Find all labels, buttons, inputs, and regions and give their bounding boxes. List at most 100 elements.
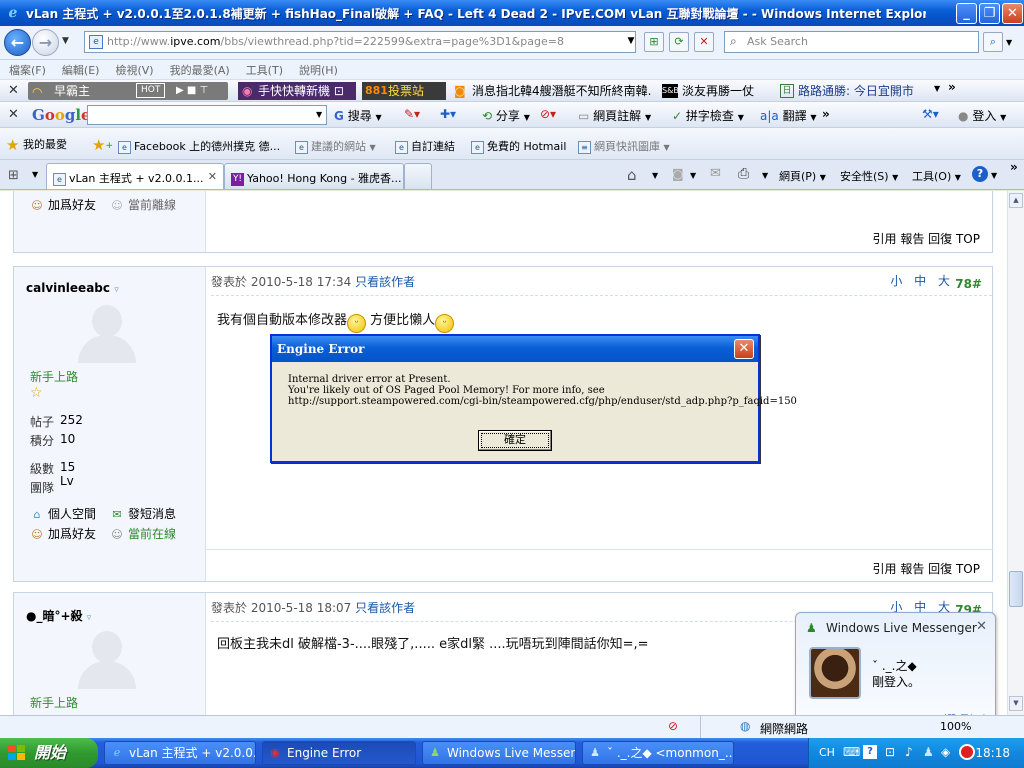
- add-favorite-icon[interactable]: ★+: [92, 136, 113, 154]
- new-tab-button[interactable]: [404, 163, 432, 189]
- task-chat[interactable]: ♟ ˇ ._.之◆ <monmon_...: [582, 741, 734, 765]
- close-window-button[interactable]: ✕: [1002, 3, 1023, 24]
- volume-icon[interactable]: ♪: [905, 745, 913, 759]
- user-menu-icon[interactable]: ▿: [87, 613, 92, 623]
- dialog-close-button[interactable]: ✕: [734, 339, 754, 359]
- favorite-link-facebook[interactable]: e Facebook 上的德州撲克 德...: [118, 138, 280, 154]
- network-icon[interactable]: ⊡: [885, 745, 895, 759]
- task-messenger[interactable]: ♟ Windows Live Messen...: [422, 741, 576, 765]
- minimize-button[interactable]: _: [956, 3, 977, 24]
- google-spellcheck-button[interactable]: ✓ 拼字檢查 ▼: [672, 107, 744, 124]
- google-share-button[interactable]: ⟲ 分享 ▼: [482, 107, 530, 124]
- home-dropdown-icon[interactable]: ▼: [652, 171, 658, 180]
- post-footer-links[interactable]: 引用 報告 回復 TOP: [873, 560, 980, 577]
- send-message-link[interactable]: ✉ 發短消息: [110, 505, 176, 522]
- menu-help[interactable]: 說明(H): [299, 62, 338, 78]
- post-username[interactable]: calvinleeabc ▿: [26, 281, 119, 295]
- add-button-icon[interactable]: ✚▾: [440, 107, 456, 121]
- post-footer-links[interactable]: 引用 報告 回復 TOP: [873, 230, 980, 247]
- menu-favorites[interactable]: 我的最愛(A): [170, 62, 230, 78]
- messenger-tray-icon[interactable]: ♟: [923, 745, 934, 759]
- back-button[interactable]: ←: [4, 29, 31, 56]
- engine-error-dialog[interactable]: Engine Error ✕ Internal driver error at …: [270, 334, 797, 463]
- post-username[interactable]: ●_暗°+殺 ▿: [26, 607, 91, 624]
- address-bar[interactable]: e http://www.ipve.com/bbs/viewthread.php…: [84, 31, 636, 53]
- google-toolbar-close-icon[interactable]: ✕: [8, 107, 19, 122]
- tab-list-dropdown-icon[interactable]: ▼: [32, 170, 38, 179]
- scroll-down-icon[interactable]: ▼: [1009, 696, 1023, 711]
- home-icon[interactable]: ⌂: [627, 166, 637, 184]
- scroll-up-icon[interactable]: ▲: [1009, 193, 1023, 208]
- only-author-link[interactable]: 只看該作者: [355, 275, 415, 289]
- print-icon[interactable]: ⎙: [738, 166, 749, 182]
- page-scrollbar[interactable]: ▲ ▼: [1007, 191, 1024, 715]
- help-icon[interactable]: ?: [972, 166, 988, 182]
- language-indicator[interactable]: CH: [819, 746, 835, 759]
- google-search-dropdown-icon[interactable]: ▼: [316, 110, 322, 119]
- messenger-popup[interactable]: ♟ Windows Live Messenger ✕ ˇ ._.之◆ 剛登入。 …: [795, 612, 996, 730]
- zoom-level[interactable]: 100%: [940, 720, 971, 733]
- task-ie[interactable]: ℯ vLan 主程式 + v2.0.0...: [104, 741, 256, 765]
- google-notes-button[interactable]: ▭ 網頁註解 ▼: [578, 107, 651, 124]
- menu-file[interactable]: 檔案(F): [9, 62, 46, 78]
- safety-menu[interactable]: 安全性(S) ▼: [840, 168, 898, 184]
- start-button[interactable]: 開始: [0, 738, 98, 768]
- toolbar-link-phone[interactable]: ◉ 手快快轉新機 ⊡: [238, 82, 356, 100]
- address-dropdown-icon[interactable]: ▼: [621, 32, 641, 52]
- only-author-link[interactable]: 只看該作者: [355, 601, 415, 615]
- search-input[interactable]: ⌕ Ask Search: [724, 31, 979, 53]
- toolbar-link-vote[interactable]: 881 投票站: [362, 82, 446, 100]
- forward-button[interactable]: →: [32, 29, 59, 56]
- player-controls-icon[interactable]: ▶ ■ ⊤: [176, 82, 208, 100]
- add-friend-link[interactable]: ☺ 加爲好友: [30, 525, 96, 542]
- wrench-icon[interactable]: ⚒▾: [922, 107, 939, 121]
- toolbar-dropdown-icon[interactable]: ▼: [934, 84, 940, 93]
- favorite-link-webslice[interactable]: ≡ 網頁快訊圖庫 ▼: [578, 138, 670, 154]
- menu-edit[interactable]: 編輯(E): [62, 62, 100, 78]
- favorite-link-suggested[interactable]: e 建議的網站 ▼: [295, 138, 376, 154]
- bookmark-icon[interactable]: ✎▾: [404, 107, 420, 121]
- feeds-icon[interactable]: ◙: [672, 167, 684, 181]
- search-options-icon[interactable]: ▼: [1006, 38, 1012, 47]
- commands-overflow-icon[interactable]: »: [1010, 160, 1018, 174]
- user-menu-icon[interactable]: ▿: [114, 285, 119, 295]
- google-translate-button[interactable]: a|a 翻譯 ▼: [760, 107, 817, 124]
- popup-blocker-icon[interactable]: ⊘▾: [540, 107, 556, 121]
- toolbar-news-ticker[interactable]: ◙ 消息指北韓4艘潛艇不知所終南韓...: [452, 82, 652, 100]
- maximize-button[interactable]: ❐: [979, 3, 1000, 24]
- print-dropdown-icon[interactable]: ▼: [762, 171, 768, 180]
- toolbar-close-icon[interactable]: ✕: [8, 83, 19, 98]
- clock[interactable]: 18:18: [975, 746, 1010, 760]
- ime-help-icon[interactable]: ?: [863, 745, 877, 759]
- keyboard-icon[interactable]: ⌨: [843, 745, 860, 759]
- search-button-icon[interactable]: ⌕: [983, 32, 1003, 52]
- toolbar-overflow-icon[interactable]: »: [948, 80, 956, 94]
- menu-view[interactable]: 檢視(V): [115, 62, 153, 78]
- compatibility-icon[interactable]: ⊞: [644, 32, 664, 52]
- security-tray-icon[interactable]: [959, 744, 975, 760]
- favorites-button[interactable]: ★ 我的最愛: [6, 136, 67, 154]
- menu-tools[interactable]: 工具(T): [246, 62, 283, 78]
- mail-icon[interactable]: ✉: [710, 166, 721, 181]
- tab-close-icon[interactable]: ✕: [208, 170, 217, 183]
- tray-app-icon[interactable]: ◈: [941, 745, 950, 759]
- feeds-dropdown-icon[interactable]: ▼: [690, 171, 696, 180]
- dialog-ok-button[interactable]: 確定: [478, 430, 552, 451]
- window-title-bar[interactable]: ℯ vLan 主程式 + v2.0.0.1至2.0.1.8補更新 + fishH…: [0, 0, 1024, 26]
- tab-yahoo[interactable]: Y! Yahoo! Hong Kong - 雅虎香...: [224, 163, 404, 189]
- toolbar-link-almanac[interactable]: 日 路路通勝: 今日宜開市: [780, 82, 930, 100]
- quick-tabs-icon[interactable]: ⊞: [8, 168, 19, 183]
- favorite-link-hotmail[interactable]: e 免費的 Hotmail: [471, 138, 566, 154]
- radio-player[interactable]: ◠ 早霸主 HOT ▶ ■ ⊤: [28, 82, 228, 100]
- help-dropdown-icon[interactable]: ▼: [991, 171, 997, 180]
- page-menu[interactable]: 網頁(P) ▼: [779, 168, 826, 184]
- google-overflow-icon[interactable]: »: [822, 107, 830, 121]
- task-engine-error[interactable]: ◉ Engine Error: [262, 741, 416, 765]
- font-size-switch[interactable]: 小 中 大: [890, 272, 954, 289]
- google-search-input[interactable]: [87, 105, 327, 125]
- history-dropdown-icon[interactable]: ▼: [62, 36, 69, 46]
- personal-space-link[interactable]: ⌂ 個人空間: [30, 505, 97, 522]
- tab-vlan[interactable]: e vLan 主程式 + v2.0.0.1... ✕: [46, 163, 224, 189]
- toolbar-link-stocks[interactable]: S&B 淡友再勝一仗: [662, 82, 770, 100]
- scroll-thumb[interactable]: [1009, 571, 1023, 607]
